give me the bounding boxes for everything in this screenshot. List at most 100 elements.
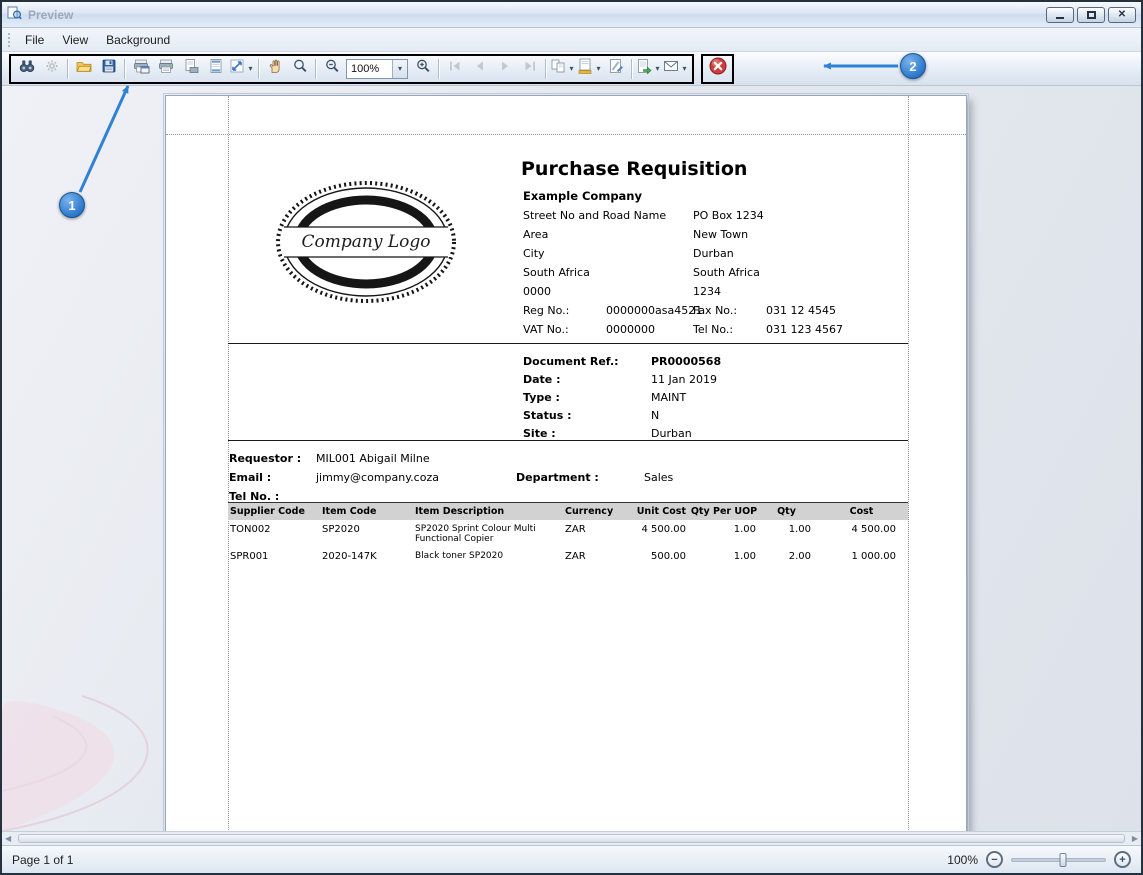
print-button[interactable]	[128, 57, 153, 81]
close-preview-icon	[708, 56, 728, 81]
chevron-down-icon[interactable]: ▾	[680, 64, 689, 73]
scroll-right-arrow-icon[interactable]: ▶	[1132, 834, 1138, 843]
doc-ref-value: PR0000568	[651, 355, 722, 368]
magnifier-icon	[291, 57, 309, 80]
minimize-button[interactable]	[1046, 6, 1074, 23]
cell-supplier-code: TON002	[230, 524, 271, 535]
toolbar: ▾ 100% ▾ ▾ ▾ ▾ ▾	[2, 52, 1141, 86]
chevron-down-icon[interactable]: ▾	[567, 64, 576, 73]
items-table: Supplier Code Item Code Item Description…	[228, 502, 908, 565]
printer-icon	[157, 57, 175, 80]
zoom-in-icon	[414, 57, 432, 80]
print-dialog-icon	[132, 57, 150, 80]
status-label: Status :	[523, 409, 572, 422]
chevron-down-icon[interactable]: ▾	[653, 64, 662, 73]
zoom-slider[interactable]	[1011, 852, 1106, 867]
header-footer-icon	[207, 57, 225, 80]
zoom-cluster: 100% − +	[947, 851, 1131, 868]
page-count-label: Page 1 of 1	[12, 852, 74, 867]
cell-currency: ZAR	[565, 524, 586, 535]
next-page-button	[492, 57, 517, 81]
toolbar-highlight-box: ▾ 100% ▾ ▾ ▾ ▾ ▾	[9, 53, 694, 84]
horizontal-scrollbar[interactable]: ◀ ▶	[2, 831, 1141, 845]
cell-qty: 1.00	[788, 524, 811, 535]
toolbar-separator	[67, 58, 68, 79]
table-header-row: Supplier Code Item Code Item Description…	[228, 502, 908, 520]
site-label: Site :	[523, 427, 556, 440]
doc-ref-label: Document Ref.:	[523, 355, 619, 368]
zoom-out-icon	[323, 57, 341, 80]
type-label: Type :	[523, 391, 560, 404]
menu-file[interactable]: File	[16, 30, 53, 50]
status-zoom-value: 100%	[947, 852, 978, 867]
scrollbar-thumb[interactable]	[18, 834, 1125, 843]
close-preview-button[interactable]	[705, 57, 730, 81]
cell-item-description: Black toner SP2020	[415, 551, 504, 561]
status-bar: Page 1 of 1 100% − +	[2, 845, 1141, 873]
cell-qty-per-uop: 1.00	[733, 551, 756, 562]
address-line: PO Box 1234	[693, 209, 764, 222]
first-page-icon	[447, 58, 463, 79]
page-color-button[interactable]: ▾	[576, 57, 603, 81]
date-label: Date :	[523, 373, 561, 386]
margin-guide-top	[166, 134, 966, 135]
email-label: Email :	[229, 471, 272, 484]
customize-gear-icon	[43, 57, 61, 80]
fax-no-value: 031 12 4545	[766, 304, 836, 317]
multiple-pages-button[interactable]: ▾	[549, 57, 576, 81]
maximize-button[interactable]	[1077, 6, 1105, 23]
col-header-currency: Currency	[565, 506, 614, 517]
scale-icon	[228, 57, 246, 80]
status-value: N	[651, 409, 660, 422]
col-header-unit-cost: Unit Cost	[636, 506, 686, 517]
table-row: SPR001 2020-147K Black toner SP2020 ZAR …	[228, 547, 908, 565]
address-line: 0000	[523, 285, 551, 298]
zoom-combobox[interactable]: 100% ▾	[346, 58, 408, 79]
title-bar: Preview ✕	[2, 2, 1141, 28]
zoom-out-circle-button[interactable]: −	[986, 851, 1003, 868]
scale-button[interactable]: ▾	[228, 57, 255, 81]
section-divider	[228, 343, 908, 344]
zoom-in-circle-button[interactable]: +	[1114, 851, 1131, 868]
window-controls: ✕	[1046, 6, 1136, 23]
close-icon: ✕	[1117, 8, 1127, 20]
document-area[interactable]: Company Logo Purchase Requisition Exampl…	[2, 86, 1141, 831]
open-button[interactable]	[71, 57, 96, 81]
search-button[interactable]	[14, 57, 39, 81]
chevron-down-icon[interactable]: ▾	[392, 59, 407, 78]
address-line: Street No and Road Name	[523, 209, 667, 222]
address-line: City	[523, 247, 545, 260]
hand-tool-button[interactable]	[262, 57, 287, 81]
address-line: 1234	[693, 285, 721, 298]
zoom-in-button[interactable]	[410, 57, 435, 81]
send-email-button[interactable]: ▾	[662, 57, 689, 81]
tel-no-label: Tel No.:	[693, 323, 734, 336]
watermark-icon	[607, 57, 625, 80]
next-page-icon	[497, 58, 513, 79]
scroll-left-arrow-icon[interactable]: ◀	[5, 834, 11, 843]
menu-background[interactable]: Background	[97, 30, 179, 50]
col-header-qty-per-uop: Qty Per UOP	[690, 506, 758, 517]
quick-print-button[interactable]	[153, 57, 178, 81]
close-button[interactable]: ✕	[1108, 6, 1136, 23]
zoom-out-button[interactable]	[319, 57, 344, 81]
page-setup-button[interactable]	[178, 57, 203, 81]
header-footer-button[interactable]	[203, 57, 228, 81]
preview-window: Preview ✕ File View Background ▾ 100% ▾ …	[0, 0, 1143, 875]
watermark-button[interactable]	[603, 57, 628, 81]
chevron-down-icon[interactable]: ▾	[246, 64, 255, 73]
toolbar-separator	[545, 58, 546, 79]
magnifier-button[interactable]	[287, 57, 312, 81]
customize-button	[39, 57, 64, 81]
site-value: Durban	[651, 427, 692, 440]
toolbar-separator	[258, 58, 259, 79]
export-document-button[interactable]: ▾	[635, 57, 662, 81]
email-envelope-icon	[662, 57, 680, 80]
save-button[interactable]	[96, 57, 121, 81]
export-document-icon	[635, 57, 653, 80]
address-line: South Africa	[523, 266, 590, 279]
zoom-slider-thumb[interactable]	[1059, 852, 1067, 867]
menu-view[interactable]: View	[53, 30, 97, 50]
chevron-down-icon[interactable]: ▾	[594, 64, 603, 73]
preview-window-icon	[7, 5, 22, 25]
